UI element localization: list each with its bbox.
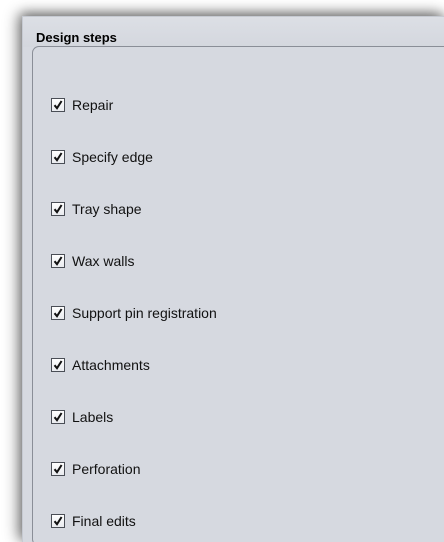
perforation-checkbox[interactable] <box>51 462 65 476</box>
check-icon <box>53 100 63 110</box>
design-steps-group: Repair Specify edge Tray shape Wax walls <box>32 46 444 542</box>
step-specify-edge[interactable]: Specify edge <box>51 147 153 167</box>
final-edits-checkbox[interactable] <box>51 514 65 528</box>
attachments-checkbox[interactable] <box>51 358 65 372</box>
step-perforation[interactable]: Perforation <box>51 459 140 479</box>
check-icon <box>53 516 63 526</box>
step-label: Wax walls <box>72 253 135 269</box>
step-label: Repair <box>72 97 114 113</box>
step-final-edits[interactable]: Final edits <box>51 511 136 531</box>
step-label: Final edits <box>72 513 136 529</box>
check-icon <box>53 308 63 318</box>
step-support-pin-registration[interactable]: Support pin registration <box>51 303 217 323</box>
check-icon <box>53 360 63 370</box>
wax-walls-checkbox[interactable] <box>51 254 65 268</box>
step-wax-walls[interactable]: Wax walls <box>51 251 135 271</box>
repair-checkbox[interactable] <box>51 98 65 112</box>
labels-checkbox[interactable] <box>51 410 65 424</box>
step-tray-shape[interactable]: Tray shape <box>51 199 142 219</box>
support-pin-registration-checkbox[interactable] <box>51 306 65 320</box>
design-steps-panel: Design steps Repair Specify edge Tray sh… <box>22 16 444 542</box>
panel-title: Design steps <box>36 30 117 45</box>
step-repair[interactable]: Repair <box>51 95 113 115</box>
step-label: Tray shape <box>72 201 142 217</box>
check-icon <box>53 204 63 214</box>
step-attachments[interactable]: Attachments <box>51 355 150 375</box>
step-label: Perforation <box>72 461 141 477</box>
step-label: Support pin registration <box>72 305 217 321</box>
check-icon <box>53 152 63 162</box>
step-labels[interactable]: Labels <box>51 407 113 427</box>
panel-titlebar: Design steps <box>23 17 444 47</box>
tray-shape-checkbox[interactable] <box>51 202 65 216</box>
check-icon <box>53 412 63 422</box>
step-label: Specify edge <box>72 149 153 165</box>
check-icon <box>53 464 63 474</box>
check-icon <box>53 256 63 266</box>
step-label: Attachments <box>72 357 150 373</box>
specify-edge-checkbox[interactable] <box>51 150 65 164</box>
step-label: Labels <box>72 409 114 425</box>
